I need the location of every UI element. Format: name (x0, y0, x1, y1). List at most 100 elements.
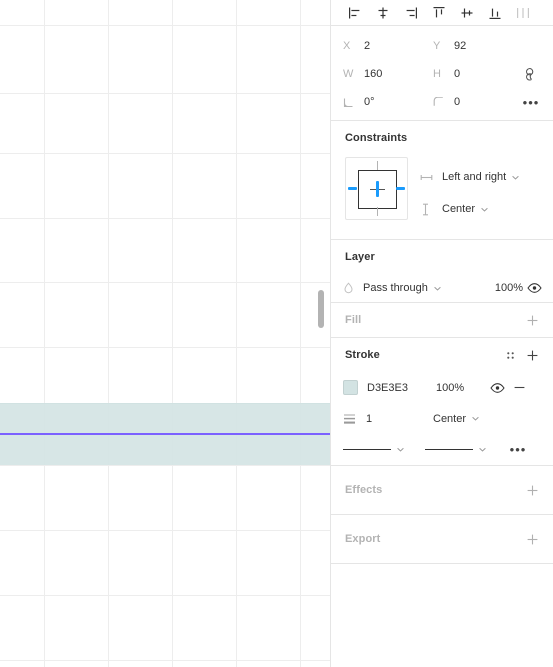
canvas-gridline-vertical (44, 0, 45, 667)
w-value: 160 (364, 68, 383, 80)
stroke-title: Stroke (345, 349, 380, 361)
remove-stroke-icon[interactable] (508, 377, 530, 399)
stroke-advanced-options-icon[interactable]: ••• (507, 439, 529, 461)
x-field[interactable]: X 2 (331, 38, 421, 54)
row-wh: W 160 H 0 (331, 60, 553, 88)
fill-title: Fill (345, 314, 362, 326)
chevron-down-icon (480, 205, 489, 214)
constraint-bar-left[interactable] (348, 187, 357, 190)
chevron-down-icon (478, 445, 487, 454)
horizontal-constraint-select[interactable]: Left and right (420, 161, 520, 193)
stroke-cap-style-select[interactable] (343, 445, 425, 454)
h-value: 0 (454, 68, 461, 80)
corner-radius-field[interactable]: 0 (421, 94, 511, 110)
constraints-title: Constraints (345, 132, 408, 144)
add-fill-icon[interactable] (521, 309, 543, 331)
rotation-field[interactable]: 0° (331, 94, 421, 110)
y-field[interactable]: Y 92 (421, 38, 511, 54)
w-field[interactable]: W 160 (331, 66, 421, 82)
stroke-alignment-select[interactable]: Center (433, 413, 480, 425)
stroke-alignment-value: Center (433, 412, 467, 425)
h-label-icon: H (433, 68, 441, 80)
align-toolbar (331, 0, 553, 25)
canvas-gridline-horizontal (0, 347, 330, 348)
constraints-body: Left and right Center (331, 155, 553, 239)
vertical-constraint-value: Center (442, 203, 476, 215)
constraint-bar-vertical-center[interactable] (375, 181, 379, 197)
stroke-weight-value[interactable]: 1 (363, 413, 433, 425)
export-header: Export (331, 515, 553, 563)
stroke-header: Stroke (331, 338, 553, 372)
add-export-icon[interactable] (521, 528, 543, 550)
chevron-down-icon (471, 414, 480, 423)
figma-design-window: X 2 Y 92 W 160 H 0 0° 0 ••• Constraints … (0, 0, 553, 667)
constraint-tick-bottom[interactable] (376, 207, 378, 216)
vertical-constraint-icon (420, 203, 442, 216)
canvas-gridline-horizontal (0, 25, 330, 26)
layer-opacity-value[interactable]: 100% (471, 282, 523, 294)
export-title: Export (345, 533, 381, 545)
stroke-color-swatch[interactable] (343, 380, 358, 395)
chevron-down-icon (396, 445, 405, 454)
blend-mode-value[interactable]: Pass through (363, 282, 428, 294)
layer-blend-row: Pass through 100% (331, 274, 553, 302)
rotation-value: 0° (364, 96, 375, 108)
stroke-color-row: D3E3E3 100% (331, 372, 553, 403)
effects-title: Effects (345, 484, 383, 496)
layer-title: Layer (345, 251, 375, 263)
align-right-icon[interactable] (397, 0, 425, 25)
stroke-weight-icon (343, 413, 363, 425)
x-value: 2 (364, 40, 371, 52)
stroke-style-row: ••• (331, 434, 553, 465)
stroke-color-hex[interactable]: D3E3E3 (358, 382, 436, 394)
constraint-tick-top[interactable] (376, 161, 378, 170)
chevron-down-icon (511, 173, 520, 182)
canvas-gridline-horizontal (0, 465, 330, 466)
canvas-gridline-horizontal (0, 93, 330, 94)
constraints-header: Constraints (331, 121, 553, 155)
x-label-icon: X (343, 40, 351, 52)
fill-header: Fill (331, 303, 553, 337)
align-bottom-icon[interactable] (481, 0, 509, 25)
corner-radius-value: 0 (454, 96, 461, 108)
align-horizontal-centers-icon[interactable] (369, 0, 397, 25)
stroke-opacity-value[interactable]: 100% (436, 382, 486, 394)
divider (331, 563, 553, 564)
y-label-icon: Y (433, 40, 441, 52)
selected-line-stroke[interactable] (0, 433, 330, 435)
canvas-gridline-horizontal (0, 530, 330, 531)
canvas-gridline-vertical (236, 0, 237, 667)
design-canvas[interactable] (0, 0, 330, 667)
stroke-styles-icon[interactable] (499, 344, 521, 366)
h-field[interactable]: H 0 (421, 66, 511, 82)
align-left-icon[interactable] (341, 0, 369, 25)
distribute-icon[interactable] (509, 0, 537, 25)
corner-radius-icon (433, 94, 451, 110)
effects-header: Effects (331, 466, 553, 514)
stroke-join-preview (425, 449, 473, 450)
stroke-join-style-select[interactable] (425, 445, 507, 454)
align-vertical-centers-icon[interactable] (453, 0, 481, 25)
eye-icon[interactable] (523, 277, 545, 299)
canvas-vertical-scrollbar[interactable] (318, 290, 324, 328)
add-stroke-icon[interactable] (521, 344, 543, 366)
y-value: 92 (454, 40, 467, 52)
constraints-fields: Left and right Center (408, 157, 520, 225)
horizontal-constraint-value: Left and right (442, 171, 507, 183)
add-effect-icon[interactable] (521, 479, 543, 501)
vertical-constraint-select[interactable]: Center (420, 193, 520, 225)
eye-icon[interactable] (486, 377, 508, 399)
canvas-gridline-vertical (108, 0, 109, 667)
row-rotation-radius: 0° 0 ••• (331, 88, 553, 116)
row-xy: X 2 Y 92 (331, 32, 553, 60)
align-top-icon[interactable] (425, 0, 453, 25)
canvas-gridline-vertical (300, 0, 301, 667)
layer-header: Layer (331, 240, 553, 274)
constraints-widget[interactable] (345, 157, 408, 220)
rotation-icon (343, 94, 361, 110)
blend-mode-icon (343, 282, 363, 294)
constraint-bar-right[interactable] (396, 187, 405, 190)
constrain-proportions-icon[interactable] (511, 67, 551, 82)
properties-panel: X 2 Y 92 W 160 H 0 0° 0 ••• Constraints … (330, 0, 553, 667)
transform-more-options-icon[interactable]: ••• (511, 96, 551, 109)
